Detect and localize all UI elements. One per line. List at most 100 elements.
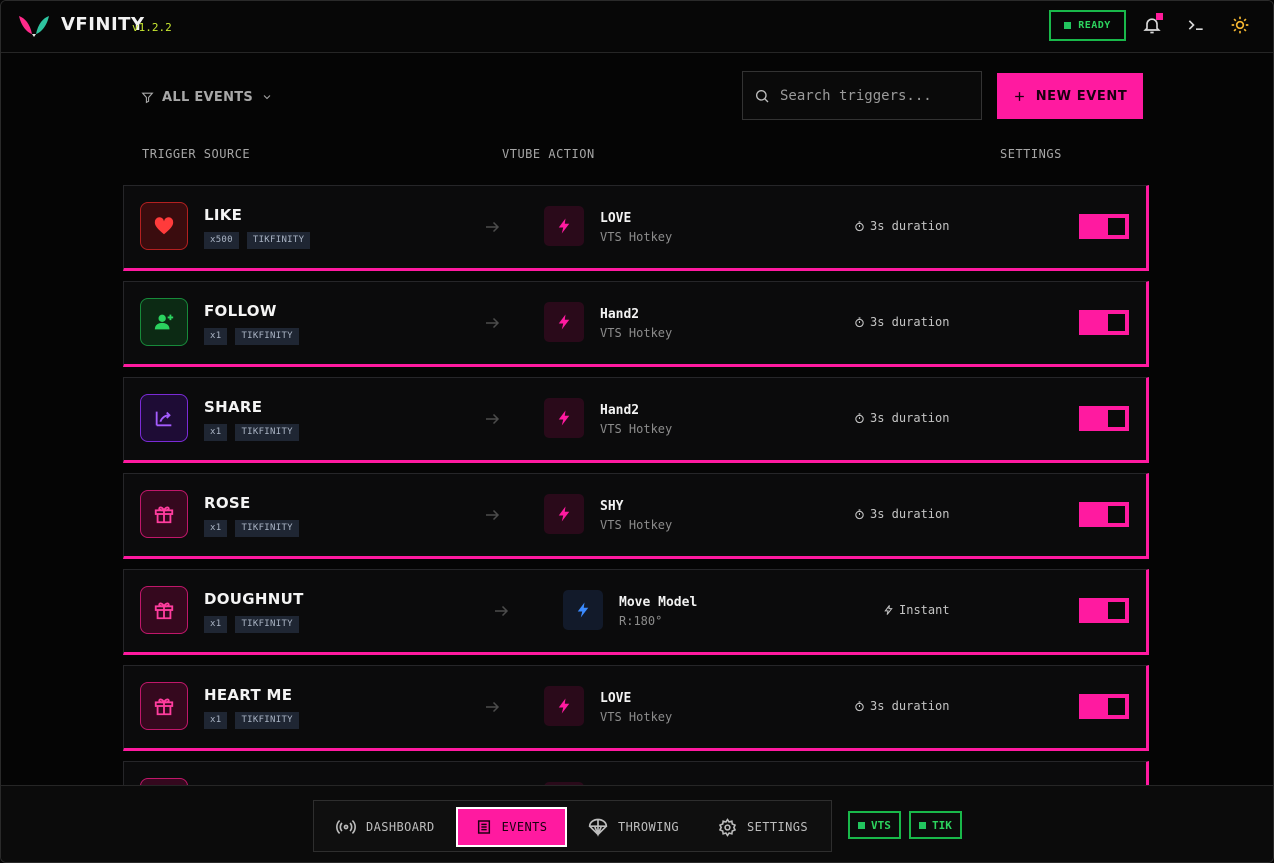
nav-item-dashboard[interactable]: DASHBOARD	[336, 807, 435, 847]
chevron-down-icon	[263, 95, 271, 100]
event-row[interactable]: LIKE x500 TIKFINITY LOVE VTS Hotkey 3s d…	[123, 185, 1149, 271]
parachute-icon	[588, 818, 608, 837]
sun-icon[interactable]	[1230, 15, 1250, 35]
main-nav: DASHBOARD EVENTS THROWING SETTINGS	[313, 800, 832, 852]
arrow-right-icon	[486, 221, 500, 233]
nav-item-events[interactable]: EVENTS	[456, 807, 567, 847]
app-header: VFINITY v1.2.2 READY	[1, 1, 1273, 53]
event-count-tag: x1	[204, 520, 228, 537]
event-enabled-toggle[interactable]	[1079, 502, 1129, 527]
user-plus-icon	[140, 298, 188, 346]
event-source-tag: TIKFINITY	[235, 520, 299, 537]
gift-icon	[140, 490, 188, 538]
timing-info: 3s duration	[854, 411, 949, 425]
event-count-tag: x1	[204, 616, 228, 633]
stopwatch-icon	[855, 220, 864, 231]
event-enabled-toggle[interactable]	[1079, 406, 1129, 431]
event-count-tag: x1	[204, 328, 228, 345]
timing-label: 3s duration	[870, 219, 950, 233]
stopwatch-icon	[855, 316, 864, 327]
connection-indicator	[919, 821, 926, 829]
filter-icon	[141, 92, 154, 103]
status-indicator	[1064, 22, 1072, 29]
column-header-settings: SETTINGS	[1000, 147, 1062, 161]
bolt-icon	[563, 590, 603, 630]
status-badge: READY	[1049, 10, 1126, 41]
event-filter-dropdown[interactable]: ALL EVENTS	[141, 87, 273, 107]
connection-label: TIK	[932, 818, 952, 832]
column-header-vtube-action: VTUBE ACTION	[502, 147, 595, 161]
timing-label: Instant	[899, 603, 950, 617]
event-row[interactable]: SHARE x1 TIKFINITY Hand2 VTS Hotkey 3s d…	[123, 377, 1149, 463]
timing-label: 3s duration	[870, 315, 950, 329]
action-type: R:180°	[619, 614, 663, 628]
bolt-icon	[544, 302, 584, 342]
arrow-right-icon	[486, 701, 500, 713]
search-box	[742, 71, 982, 120]
timing-label: 3s duration	[870, 411, 950, 425]
gift-icon	[140, 586, 188, 634]
event-row[interactable]: HEART ME x1 TIKFINITY LOVE VTS Hotkey 3s…	[123, 665, 1149, 751]
nav-item-throwing[interactable]: THROWING	[588, 807, 679, 847]
event-name: SHARE	[204, 398, 263, 416]
event-enabled-toggle[interactable]	[1079, 310, 1129, 335]
bolt-icon	[544, 494, 584, 534]
event-enabled-toggle[interactable]	[1079, 694, 1129, 719]
event-row[interactable]: DOUGHNUT x1 TIKFINITY Move Model R:180° …	[123, 569, 1149, 655]
toggle-knob	[1108, 506, 1125, 523]
search-input[interactable]	[780, 87, 970, 104]
gift-icon	[140, 682, 188, 730]
event-name: HEART ME	[204, 686, 293, 704]
event-enabled-toggle[interactable]	[1079, 598, 1129, 623]
vfinity-logo-icon	[19, 16, 49, 37]
status-label: READY	[1078, 20, 1111, 31]
app-window: VFINITY v1.2.2 READY ALL EVENTS Search t…	[0, 0, 1274, 863]
event-enabled-toggle[interactable]	[1079, 214, 1129, 239]
stopwatch-icon	[855, 508, 864, 519]
action-type: VTS Hotkey	[600, 230, 673, 244]
timing-label: 3s duration	[870, 507, 950, 521]
toggle-knob	[1108, 698, 1125, 715]
action-name: Hand2	[600, 307, 640, 322]
timing-info: 3s duration	[854, 219, 949, 233]
search-icon	[756, 89, 769, 102]
event-row[interactable]: FOLLOW x1 TIKFINITY Hand2 VTS Hotkey 3s …	[123, 281, 1149, 367]
action-type: VTS Hotkey	[600, 326, 673, 340]
event-source-tag: TIKFINITY	[246, 232, 311, 249]
timing-info: 3s duration	[854, 315, 949, 329]
connection-label: VTS	[871, 818, 891, 832]
action-type: VTS Hotkey	[600, 422, 673, 436]
timing-info: Instant	[883, 603, 950, 617]
action-name: SHY	[600, 499, 624, 514]
nav-item-settings[interactable]: SETTINGS	[718, 807, 808, 847]
timing-label: 3s duration	[870, 699, 950, 713]
arrow-right-icon	[486, 509, 500, 521]
broadcast-icon	[336, 820, 356, 834]
app-version: v1.2.2	[132, 21, 172, 34]
notification-dot	[1156, 13, 1163, 20]
event-source-tag: TIKFINITY	[235, 328, 299, 345]
event-source-tag: TIKFINITY	[235, 616, 299, 633]
timing-info: 3s duration	[854, 507, 949, 521]
arrow-right-icon	[486, 317, 500, 329]
action-name: Move Model	[619, 595, 698, 610]
connection-badge-tik[interactable]: TIK	[909, 811, 962, 839]
connection-badge-vts[interactable]: VTS	[848, 811, 901, 839]
gear-icon	[718, 817, 737, 837]
share-icon	[140, 394, 188, 442]
event-name: FOLLOW	[204, 302, 277, 320]
terminal-icon[interactable]	[1186, 15, 1206, 35]
bolt-icon	[544, 686, 584, 726]
event-source-tag: TIKFINITY	[235, 424, 299, 441]
nav-label: DASHBOARD	[366, 820, 435, 834]
action-name: LOVE	[600, 691, 632, 706]
stopwatch-icon	[855, 412, 864, 423]
toggle-knob	[1108, 218, 1125, 235]
plus-icon	[1014, 91, 1024, 101]
new-event-button[interactable]: NEW EVENT	[997, 73, 1143, 119]
event-row[interactable]: ROSE x1 TIKFINITY SHY VTS Hotkey 3s dura…	[123, 473, 1149, 559]
bolt-outline-icon	[884, 605, 893, 615]
nav-label: EVENTS	[501, 820, 548, 834]
new-event-label: NEW EVENT	[1035, 88, 1128, 104]
event-count-tag: x1	[204, 712, 228, 729]
